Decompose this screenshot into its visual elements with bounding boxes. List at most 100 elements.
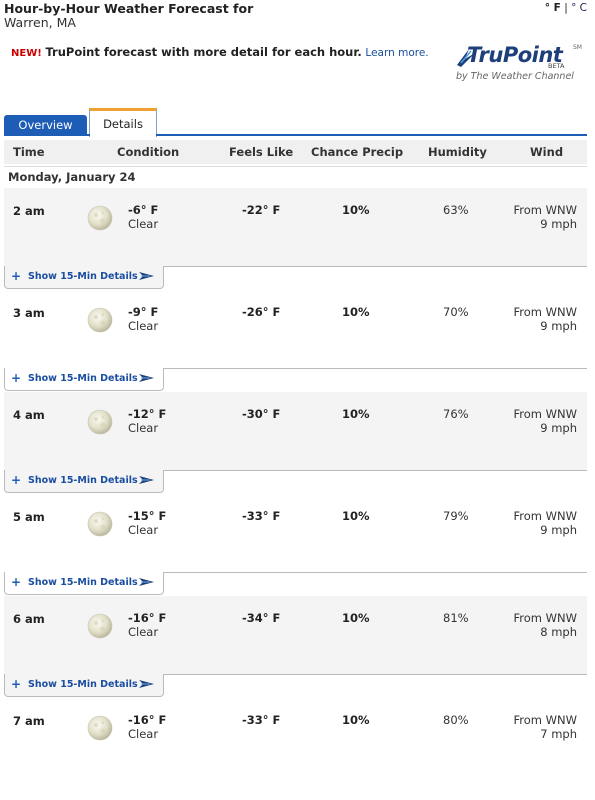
location-label: Warren, MA xyxy=(4,15,76,30)
wind-speed: 8 mph xyxy=(540,625,577,639)
show-15-min-details-label: Show 15-Min Details xyxy=(28,373,138,384)
col-wind: Wind xyxy=(530,145,564,159)
moon-clear-icon xyxy=(87,307,113,333)
condition-text: Clear xyxy=(128,217,159,231)
divider xyxy=(164,572,587,573)
condition-text: Clear xyxy=(128,421,159,435)
forecast-row-panel: 7 am -16° F Clear -33° F 10% 80% From WNW 7 mph xyxy=(4,698,587,776)
tab-gap xyxy=(90,134,156,136)
wind-speed: 9 mph xyxy=(540,217,577,231)
humidity-value: 79% xyxy=(443,509,469,523)
forecast-row-panel: 3 am -9° F Clear -26° F 10% 70% From WNW 9 mph xyxy=(4,290,587,368)
detail-toggle-bar: + Show 15-Min Details xyxy=(4,368,587,392)
chance-precip-value: 10% xyxy=(342,407,370,421)
feels-like-value: -33° F xyxy=(242,509,281,523)
view-tabs: Overview Details xyxy=(4,108,587,137)
chance-precip-value: 10% xyxy=(342,203,370,217)
feels-like-value: -34° F xyxy=(242,611,281,625)
col-feels-like: Feels Like xyxy=(229,145,294,159)
condition-text: Clear xyxy=(128,319,159,333)
show-15-min-details-button[interactable]: + Show 15-Min Details xyxy=(4,674,164,697)
wind-speed: 9 mph xyxy=(540,421,577,435)
wind-direction: From WNW xyxy=(513,509,578,523)
hour-time: 7 am xyxy=(13,714,45,728)
col-condition: Condition xyxy=(117,145,180,159)
show-15-min-details-button[interactable]: + Show 15-Min Details xyxy=(4,470,164,493)
show-15-min-details-button[interactable]: + Show 15-Min Details xyxy=(4,266,164,289)
detail-toggle-bar: + Show 15-Min Details xyxy=(4,674,587,698)
wind-speed: 7 mph xyxy=(540,727,577,741)
chance-precip-value: 10% xyxy=(342,611,370,625)
forecast-row: 5 am -15° F Clear -33° F 10% 79% From WNW 9 mph… xyxy=(4,494,587,596)
divider xyxy=(164,470,587,471)
promo-message: TruPoint forecast with more detail for e… xyxy=(45,45,362,59)
moon-clear-icon xyxy=(87,715,113,741)
condition-text: Clear xyxy=(128,523,159,537)
show-15-min-details-label: Show 15-Min Details xyxy=(28,679,138,690)
forecast-row-panel: 5 am -15° F Clear -33° F 10% 79% From WNW 9 mph xyxy=(4,494,587,572)
new-badge: NEW! xyxy=(11,48,42,59)
chance-precip-value: 10% xyxy=(342,509,370,523)
forecast-row: 4 am -12° F Clear -30° F 10% 76% From WNW 9 mph… xyxy=(4,392,587,494)
unit-celsius-link[interactable]: ° C xyxy=(571,2,587,14)
moon-clear-icon xyxy=(87,205,113,231)
hour-time: 4 am xyxy=(13,408,45,422)
logo-sm: SM xyxy=(573,44,582,51)
forecast-row: 3 am -9° F Clear -26° F 10% 70% From WNW 9 mph +… xyxy=(4,290,587,392)
temperature: -15° F xyxy=(128,509,167,523)
page-title: Hour-by-Hour Weather Forecast for xyxy=(4,1,254,16)
col-chance-precip: Chance Precip xyxy=(311,145,404,159)
chance-precip-value: 10% xyxy=(342,305,370,319)
hour-time: 3 am xyxy=(13,306,45,320)
wind-direction: From WNW xyxy=(513,203,578,217)
wind-direction: From WNW xyxy=(513,407,578,421)
show-15-min-details-button[interactable]: + Show 15-Min Details xyxy=(4,572,164,595)
feels-like-value: -30° F xyxy=(242,407,281,421)
tab-overview[interactable]: Overview xyxy=(4,115,87,135)
temperature: -6° F xyxy=(128,203,159,217)
divider xyxy=(164,266,587,267)
detail-toggle-bar: + Show 15-Min Details xyxy=(4,470,587,494)
divider xyxy=(164,368,587,369)
trupoint-logo[interactable]: TruPoint SM BETA by The Weather Channel xyxy=(455,43,585,85)
arrow-right-icon xyxy=(139,374,154,382)
plus-icon: + xyxy=(11,473,22,487)
divider xyxy=(164,674,587,675)
moon-clear-icon xyxy=(87,511,113,537)
humidity-value: 76% xyxy=(443,407,469,421)
forecast-row: 6 am -16° F Clear -34° F 10% 81% From WNW 8 mph… xyxy=(4,596,587,698)
plus-icon: + xyxy=(11,269,22,283)
forecast-row-panel: 6 am -16° F Clear -34° F 10% 81% From WNW 8 mph xyxy=(4,596,587,674)
show-15-min-details-button[interactable]: + Show 15-Min Details xyxy=(4,368,164,391)
forecast-row-panel: 2 am -6° F Clear -22° F 10% 63% From WNW 9 mph xyxy=(4,188,587,266)
temperature: -16° F xyxy=(128,611,167,625)
feels-like-value: -33° F xyxy=(242,713,281,727)
tab-details[interactable]: Details xyxy=(89,108,157,137)
wind-speed: 9 mph xyxy=(540,319,577,333)
col-time: Time xyxy=(13,145,45,159)
plus-icon: + xyxy=(11,575,22,589)
wind-direction: From WNW xyxy=(513,713,578,727)
show-15-min-details-label: Show 15-Min Details xyxy=(28,475,138,486)
unit-fahrenheit-link[interactable]: ° F xyxy=(545,2,561,14)
col-humidity: Humidity xyxy=(428,145,487,159)
humidity-value: 63% xyxy=(443,203,469,217)
chance-precip-value: 10% xyxy=(342,713,370,727)
hour-time: 6 am xyxy=(13,612,45,626)
day-heading: Monday, January 24 xyxy=(4,166,587,187)
promo-banner: NEW! TruPoint forecast with more detail … xyxy=(11,45,429,59)
arrow-right-icon xyxy=(139,578,154,586)
unit-separator: | xyxy=(560,2,572,14)
condition-text: Clear xyxy=(128,727,159,741)
condition-text: Clear xyxy=(128,625,159,639)
wind-direction: From WNW xyxy=(513,305,578,319)
humidity-value: 70% xyxy=(443,305,469,319)
show-15-min-details-label: Show 15-Min Details xyxy=(28,577,138,588)
learn-more-link[interactable]: Learn more. xyxy=(365,47,428,59)
feels-like-value: -26° F xyxy=(242,305,281,319)
arrow-right-icon xyxy=(139,680,154,688)
logo-beta: BETA xyxy=(548,62,565,70)
forecast-row: 2 am -6° F Clear -22° F 10% 63% From WNW 9 mph +… xyxy=(4,188,587,290)
feels-like-value: -22° F xyxy=(242,203,281,217)
temperature: -16° F xyxy=(128,713,167,727)
